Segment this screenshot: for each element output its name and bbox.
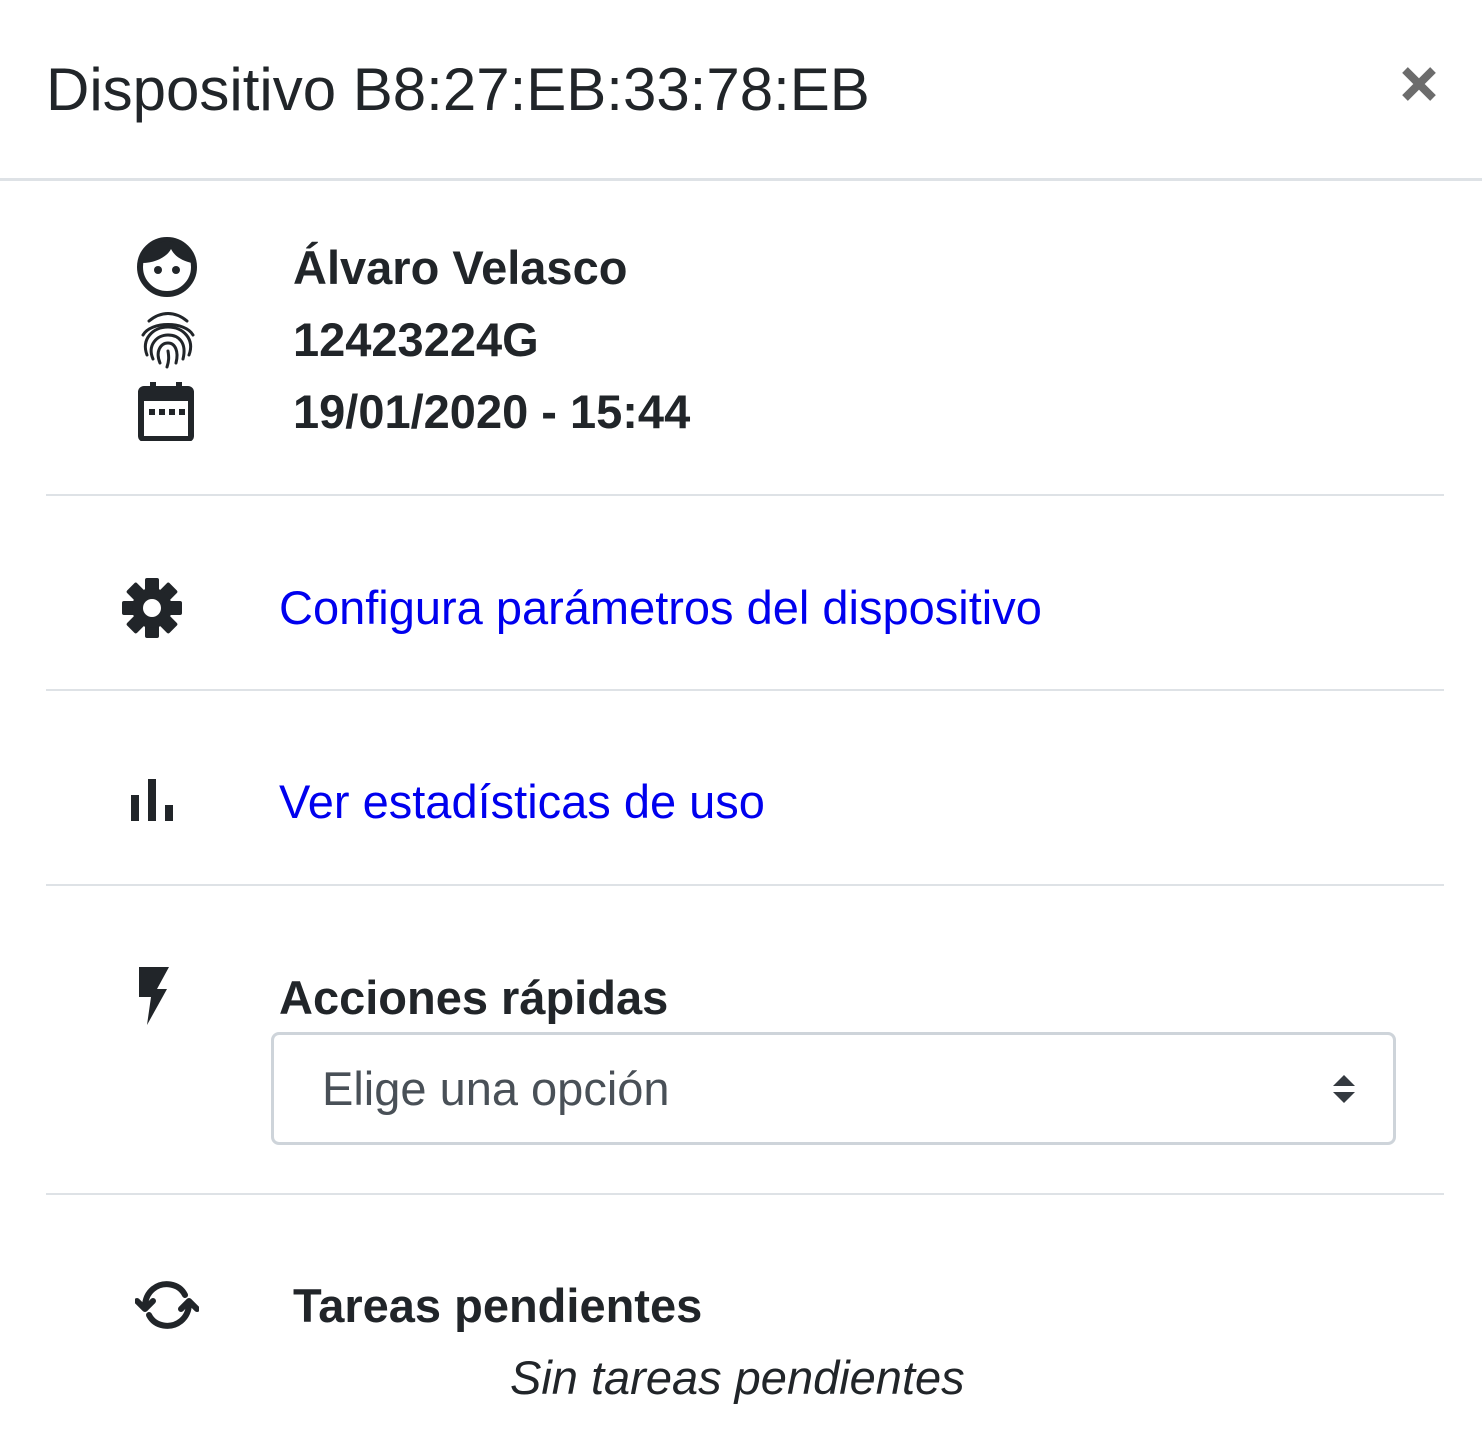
bar-chart-icon	[128, 776, 176, 824]
datetime: 19/01/2020 - 15:44	[293, 385, 691, 438]
select-value: Elige una opción	[322, 1062, 670, 1115]
no-pending-tasks-text: Sin tareas pendientes	[510, 1351, 965, 1404]
modal-title: Dispositivo B8:27:EB:33:78:EB	[46, 56, 870, 123]
divider	[46, 884, 1444, 886]
quick-actions-select[interactable]: Elige una opción	[271, 1032, 1396, 1145]
gear-icon	[120, 576, 184, 640]
fingerprint-icon	[138, 308, 198, 370]
divider	[46, 689, 1444, 691]
select-arrows-icon	[1331, 1073, 1357, 1110]
configure-device-link[interactable]: Configura parámetros del dispositivo	[279, 578, 1042, 638]
quick-actions-title: Acciones rápidas	[279, 971, 669, 1024]
pending-tasks-title: Tareas pendientes	[293, 1279, 703, 1332]
calendar-icon	[136, 380, 196, 442]
divider	[46, 1193, 1444, 1195]
bolt-icon	[132, 964, 172, 1028]
user-name: Álvaro Velasco	[293, 241, 628, 294]
close-button[interactable]	[1393, 58, 1445, 110]
modal-header: Dispositivo B8:27:EB:33:78:EB	[0, 0, 1482, 181]
close-icon	[1402, 67, 1436, 101]
usage-stats-link[interactable]: Ver estadísticas de uso	[279, 772, 765, 832]
device-modal: Dispositivo B8:27:EB:33:78:EB Álvaro Vel…	[0, 0, 1482, 1454]
face-icon	[134, 234, 200, 300]
sync-icon	[134, 1276, 200, 1334]
divider	[46, 494, 1444, 496]
user-id: 12423224G	[293, 313, 539, 366]
